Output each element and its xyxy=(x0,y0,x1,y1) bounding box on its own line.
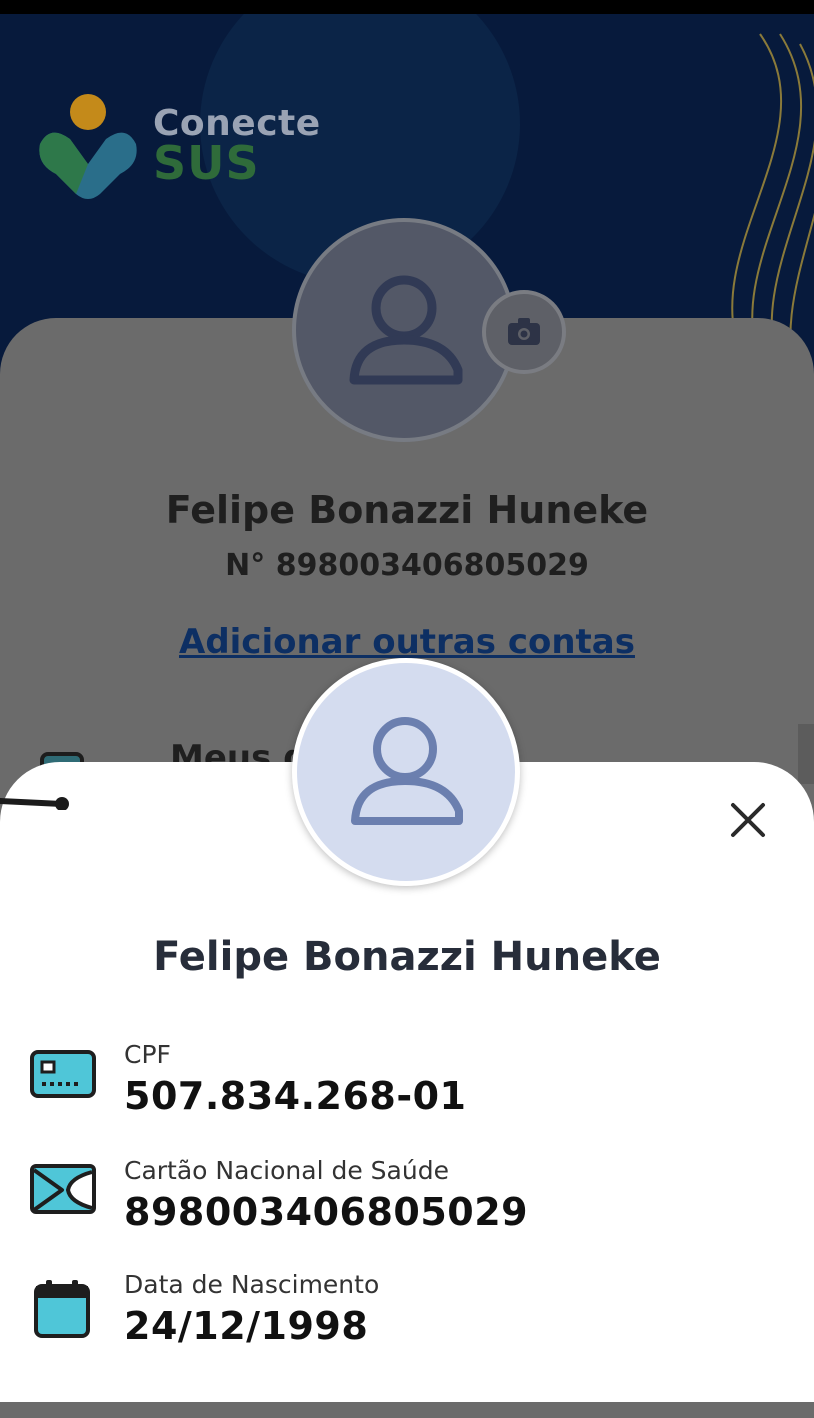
health-card-label: Cartão Nacional de Saúde xyxy=(124,1156,449,1185)
birthdate-value: 24/12/1998 xyxy=(124,1304,369,1348)
status-bar xyxy=(0,0,814,14)
profile-name: Felipe Bonazzi Huneke xyxy=(165,488,649,532)
health-card-value: 898003406805029 xyxy=(124,1190,529,1234)
camera-icon xyxy=(508,318,540,345)
sheet-avatar xyxy=(292,658,520,886)
health-card-icon xyxy=(30,1164,96,1214)
id-card-icon xyxy=(30,1050,96,1098)
birthdate-label: Data de Nascimento xyxy=(124,1270,380,1299)
change-photo-button[interactable] xyxy=(482,290,566,374)
logo-line2: SUS xyxy=(153,136,260,190)
calendar-icon xyxy=(34,1280,90,1338)
sheet-handle[interactable] xyxy=(0,796,70,810)
logo-wordmark: Conecte SUS xyxy=(153,106,321,190)
user-icon xyxy=(349,275,463,385)
cpf-value: 507.834.268-01 xyxy=(124,1074,467,1118)
scrollbar[interactable] xyxy=(798,724,814,784)
sheet-user-name: Felipe Bonazzi Huneke xyxy=(153,934,661,980)
add-accounts-link[interactable]: Adicionar outras contas xyxy=(0,622,814,662)
cpf-label: CPF xyxy=(124,1040,171,1069)
user-icon xyxy=(351,717,463,825)
close-icon[interactable] xyxy=(728,800,768,840)
profile-card-number: N° 898003406805029 xyxy=(225,548,589,583)
